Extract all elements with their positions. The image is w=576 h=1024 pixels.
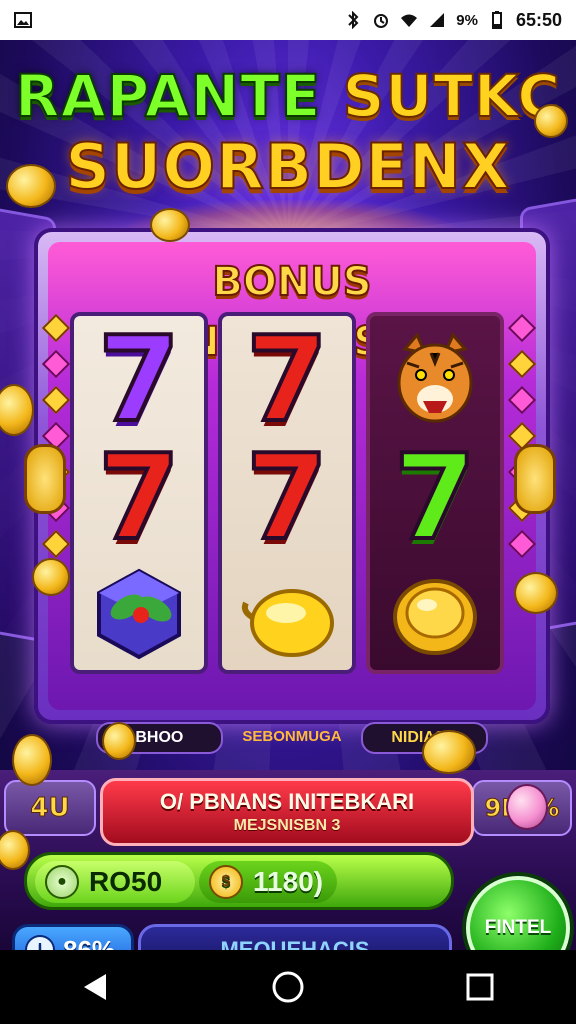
coin-decoration <box>12 734 52 786</box>
title-part-green: RAPANTE <box>14 61 322 131</box>
recents-button[interactable] <box>450 957 510 1017</box>
gem-icon <box>41 529 71 559</box>
right-knob[interactable] <box>514 444 556 514</box>
gem-icon <box>507 529 537 559</box>
coin-decoration <box>6 164 56 208</box>
reel-symbol: 7 <box>74 428 204 566</box>
recents-square-icon <box>466 973 494 1001</box>
info-ring-icon: I <box>25 935 55 950</box>
credits-bar: ● RO50 $ 1180) <box>24 852 454 910</box>
alarm-icon <box>374 14 389 28</box>
credit-segment-a[interactable]: ● RO50 <box>35 861 195 903</box>
game-title-line2: SUORBDENX <box>64 129 511 204</box>
gold-coin-icon: $ <box>209 865 243 899</box>
reel-symbol <box>74 554 204 670</box>
clock: 65:50 <box>515 9 562 30</box>
pink-coin-decoration <box>506 784 548 830</box>
seven-red-symbol: 7 <box>244 312 330 448</box>
gold-coin-symbol <box>393 579 477 655</box>
left-knob[interactable] <box>24 444 66 514</box>
game-title-line1: RAPANTE SUTKC <box>0 61 576 131</box>
gem-icon <box>507 313 537 343</box>
gem-box-symbol <box>97 568 181 660</box>
status-right: 9% 65:50 <box>344 10 562 31</box>
reel-symbol <box>222 554 352 670</box>
reel-symbol <box>370 554 500 670</box>
coin-decoration <box>102 722 136 760</box>
signal-icon <box>430 13 445 27</box>
reel-symbol: 7 <box>222 428 352 566</box>
gem-icon <box>41 313 71 343</box>
wide-action-button[interactable]: MEQUEHACIS <box>138 924 452 950</box>
battery-icon <box>491 11 502 29</box>
info-banner-line2: MEJSNISBN 3 <box>233 817 341 834</box>
reel-symbol <box>370 320 500 438</box>
percent-button[interactable]: I 86% <box>12 924 134 950</box>
reel-symbol: 7 <box>370 428 500 566</box>
reel-symbol: 7 <box>222 312 352 448</box>
slot-game-screen[interactable]: RAPANTE SUTKC SUORBDENX BONUS INNEIEDASA… <box>0 40 576 950</box>
back-triangle-icon <box>84 974 106 1000</box>
battery-percent: 9% <box>456 11 478 29</box>
reel-label-2: SEBONMUGA <box>242 727 342 745</box>
bonus-banner: BONUS INNEIEDASAI! <box>137 258 447 366</box>
banana-symbol <box>241 589 334 657</box>
info-banner: O/ PBNANS INITEBKARI MEJSNISBN 3 <box>100 778 474 846</box>
status-bar: 9% 65:50 <box>0 0 576 40</box>
credit-segment-b[interactable]: $ 1180) <box>199 861 337 903</box>
coin-decoration <box>534 104 568 138</box>
status-left <box>14 11 32 29</box>
coin-decoration <box>422 730 476 774</box>
seven-red-symbol: 7 <box>96 428 182 566</box>
coin-decoration <box>514 572 558 614</box>
gem-icon <box>41 349 71 379</box>
coin-decoration <box>150 208 190 242</box>
home-circle-icon <box>272 971 304 1003</box>
title-part-gold: SUTKC <box>342 61 561 131</box>
navigation-bar <box>0 950 576 1024</box>
credit-value-a: RO50 <box>89 866 163 897</box>
gem-icon <box>41 385 71 415</box>
seven-green-symbol: 7 <box>392 428 478 566</box>
image-notification-icon <box>14 12 32 28</box>
tiger-symbol <box>397 332 473 423</box>
reel-symbol: 7 <box>74 312 204 448</box>
coin-decoration <box>32 558 70 596</box>
coin-icon: ● <box>45 865 79 899</box>
reel-2: 7 7 <box>218 312 356 674</box>
home-button[interactable] <box>258 957 318 1017</box>
left-side-value[interactable]: 4U <box>4 780 96 836</box>
info-banner-line1: O/ PBNANS INITEBKARI <box>159 789 415 814</box>
wifi-icon <box>401 14 418 27</box>
credit-value-b: 1180) <box>253 866 324 897</box>
reel-1: 7 7 <box>70 312 208 674</box>
seven-red-symbol: 7 <box>244 428 330 566</box>
gem-icon <box>507 385 537 415</box>
percent-value: 86% <box>63 934 116 951</box>
seven-purple-symbol: 7 <box>96 312 182 448</box>
bluetooth-icon <box>348 11 359 29</box>
back-button[interactable] <box>66 957 126 1017</box>
reel-3: 7 <box>366 312 504 674</box>
gem-icon <box>507 349 537 379</box>
